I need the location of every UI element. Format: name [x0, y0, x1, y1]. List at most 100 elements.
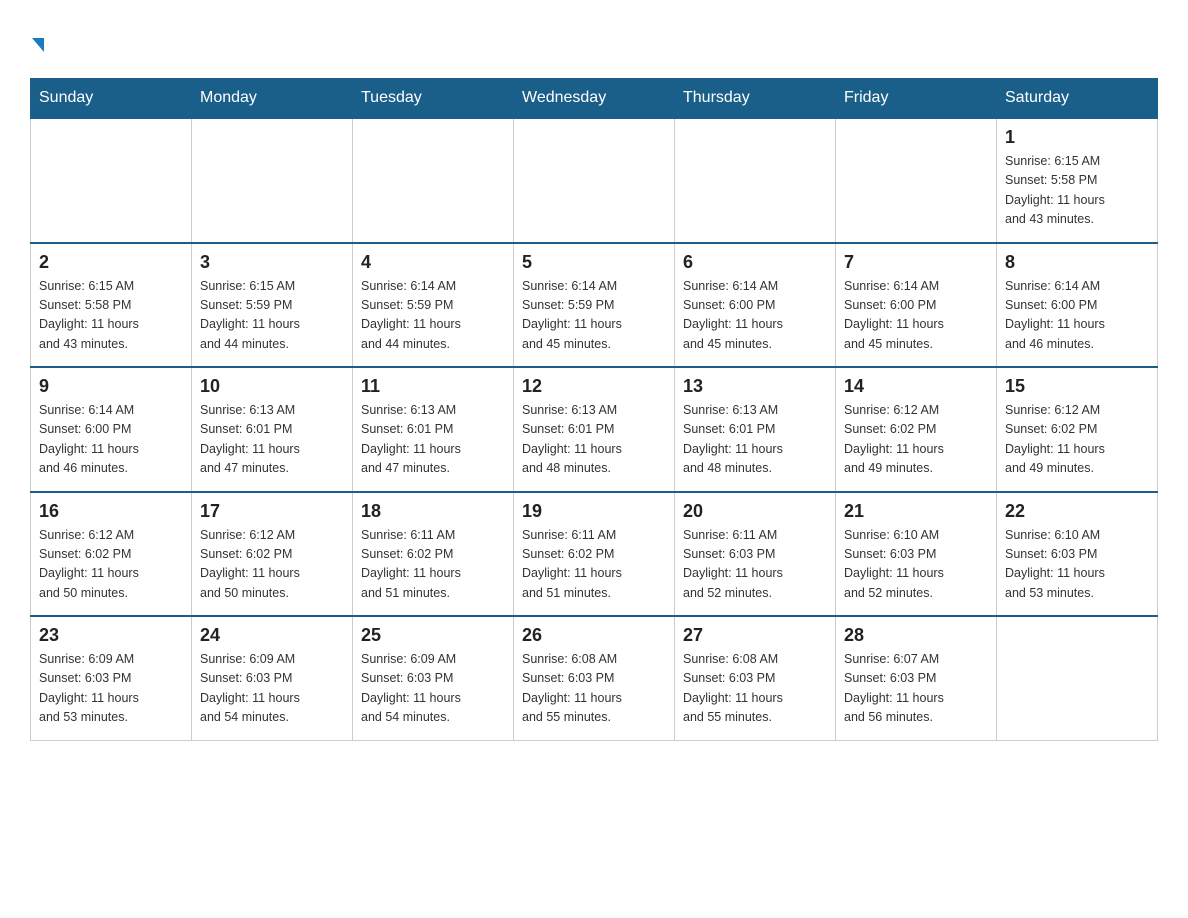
weekday-header-tuesday: Tuesday: [353, 79, 514, 119]
day-number: 8: [1005, 252, 1149, 273]
day-info: Sunrise: 6:10 AMSunset: 6:03 PMDaylight:…: [1005, 526, 1149, 604]
day-number: 3: [200, 252, 344, 273]
weekday-header-wednesday: Wednesday: [514, 79, 675, 119]
day-info: Sunrise: 6:09 AMSunset: 6:03 PMDaylight:…: [361, 650, 505, 728]
day-number: 21: [844, 501, 988, 522]
day-number: 9: [39, 376, 183, 397]
calendar-cell: [836, 118, 997, 243]
calendar-cell: 26 Sunrise: 6:08 AMSunset: 6:03 PMDayligh…: [514, 616, 675, 740]
day-number: 15: [1005, 376, 1149, 397]
day-number: 26: [522, 625, 666, 646]
day-number: 16: [39, 501, 183, 522]
day-info: Sunrise: 6:10 AMSunset: 6:03 PMDaylight:…: [844, 526, 988, 604]
calendar-cell: [997, 616, 1158, 740]
calendar-cell: [31, 118, 192, 243]
week-row-4: 23 Sunrise: 6:09 AMSunset: 6:03 PMDayligh…: [31, 616, 1158, 740]
day-info: Sunrise: 6:12 AMSunset: 6:02 PMDaylight:…: [844, 401, 988, 479]
day-number: 2: [39, 252, 183, 273]
day-number: 14: [844, 376, 988, 397]
day-number: 1: [1005, 127, 1149, 148]
calendar-cell: 6 Sunrise: 6:14 AMSunset: 6:00 PMDaylight…: [675, 243, 836, 368]
calendar-cell: 7 Sunrise: 6:14 AMSunset: 6:00 PMDaylight…: [836, 243, 997, 368]
calendar-cell: 22 Sunrise: 6:10 AMSunset: 6:03 PMDayligh…: [997, 492, 1158, 617]
day-info: Sunrise: 6:09 AMSunset: 6:03 PMDaylight:…: [200, 650, 344, 728]
calendar-cell: 25 Sunrise: 6:09 AMSunset: 6:03 PMDayligh…: [353, 616, 514, 740]
calendar-cell: 18 Sunrise: 6:11 AMSunset: 6:02 PMDayligh…: [353, 492, 514, 617]
day-info: Sunrise: 6:14 AMSunset: 6:00 PMDaylight:…: [683, 277, 827, 355]
day-number: 10: [200, 376, 344, 397]
day-info: Sunrise: 6:11 AMSunset: 6:02 PMDaylight:…: [361, 526, 505, 604]
week-row-0: 1 Sunrise: 6:15 AMSunset: 5:58 PMDaylight…: [31, 118, 1158, 243]
day-info: Sunrise: 6:11 AMSunset: 6:03 PMDaylight:…: [683, 526, 827, 604]
day-info: Sunrise: 6:14 AMSunset: 6:00 PMDaylight:…: [39, 401, 183, 479]
calendar-cell: 24Sunrise: 6:09 AMSunset: 6:03 PMDayligh…: [192, 616, 353, 740]
week-row-3: 16 Sunrise: 6:12 AMSunset: 6:02 PMDayligh…: [31, 492, 1158, 617]
calendar-cell: [675, 118, 836, 243]
calendar-cell: 14 Sunrise: 6:12 AMSunset: 6:02 PMDayligh…: [836, 367, 997, 492]
weekday-header-sunday: Sunday: [31, 79, 192, 119]
day-number: 28: [844, 625, 988, 646]
calendar-cell: 2 Sunrise: 6:15 AMSunset: 5:58 PMDaylight…: [31, 243, 192, 368]
weekday-header-saturday: Saturday: [997, 79, 1158, 119]
day-info: Sunrise: 6:14 AMSunset: 6:00 PMDaylight:…: [1005, 277, 1149, 355]
day-info: Sunrise: 6:08 AMSunset: 6:03 PMDaylight:…: [683, 650, 827, 728]
page-header: [30, 30, 1158, 58]
calendar-cell: 28 Sunrise: 6:07 AMSunset: 6:03 PMDayligh…: [836, 616, 997, 740]
calendar-cell: 23 Sunrise: 6:09 AMSunset: 6:03 PMDayligh…: [31, 616, 192, 740]
calendar-cell: 13Sunrise: 6:13 AMSunset: 6:01 PMDayligh…: [675, 367, 836, 492]
day-number: 23: [39, 625, 183, 646]
calendar-cell: 21 Sunrise: 6:10 AMSunset: 6:03 PMDayligh…: [836, 492, 997, 617]
calendar-cell: 17 Sunrise: 6:12 AMSunset: 6:02 PMDayligh…: [192, 492, 353, 617]
calendar-cell: 3 Sunrise: 6:15 AMSunset: 5:59 PMDaylight…: [192, 243, 353, 368]
calendar-cell: 5 Sunrise: 6:14 AMSunset: 5:59 PMDaylight…: [514, 243, 675, 368]
calendar-cell: [353, 118, 514, 243]
day-info: Sunrise: 6:12 AMSunset: 6:02 PMDaylight:…: [200, 526, 344, 604]
weekday-header-row: SundayMondayTuesdayWednesdayThursdayFrid…: [31, 79, 1158, 119]
day-number: 11: [361, 376, 505, 397]
day-info: Sunrise: 6:14 AMSunset: 5:59 PMDaylight:…: [361, 277, 505, 355]
day-number: 6: [683, 252, 827, 273]
calendar-cell: 19 Sunrise: 6:11 AMSunset: 6:02 PMDayligh…: [514, 492, 675, 617]
calendar-cell: [192, 118, 353, 243]
calendar-cell: 15 Sunrise: 6:12 AMSunset: 6:02 PMDayligh…: [997, 367, 1158, 492]
day-info: Sunrise: 6:12 AMSunset: 6:02 PMDaylight:…: [1005, 401, 1149, 479]
day-info: Sunrise: 6:13 AMSunset: 6:01 PMDaylight:…: [683, 401, 827, 479]
calendar-cell: 27 Sunrise: 6:08 AMSunset: 6:03 PMDayligh…: [675, 616, 836, 740]
day-info: Sunrise: 6:15 AMSunset: 5:59 PMDaylight:…: [200, 277, 344, 355]
day-number: 7: [844, 252, 988, 273]
day-info: Sunrise: 6:14 AMSunset: 6:00 PMDaylight:…: [844, 277, 988, 355]
day-info: Sunrise: 6:15 AMSunset: 5:58 PMDaylight:…: [39, 277, 183, 355]
calendar-cell: 4 Sunrise: 6:14 AMSunset: 5:59 PMDaylight…: [353, 243, 514, 368]
week-row-2: 9 Sunrise: 6:14 AMSunset: 6:00 PMDaylight…: [31, 367, 1158, 492]
day-info: Sunrise: 6:08 AMSunset: 6:03 PMDaylight:…: [522, 650, 666, 728]
day-number: 12: [522, 376, 666, 397]
day-info: Sunrise: 6:15 AMSunset: 5:58 PMDaylight:…: [1005, 152, 1149, 230]
day-number: 22: [1005, 501, 1149, 522]
calendar-cell: 11 Sunrise: 6:13 AMSunset: 6:01 PMDayligh…: [353, 367, 514, 492]
day-number: 19: [522, 501, 666, 522]
day-info: Sunrise: 6:13 AMSunset: 6:01 PMDaylight:…: [361, 401, 505, 479]
calendar-cell: 9 Sunrise: 6:14 AMSunset: 6:00 PMDaylight…: [31, 367, 192, 492]
day-number: 18: [361, 501, 505, 522]
calendar-cell: 8 Sunrise: 6:14 AMSunset: 6:00 PMDaylight…: [997, 243, 1158, 368]
calendar-cell: 1 Sunrise: 6:15 AMSunset: 5:58 PMDaylight…: [997, 118, 1158, 243]
day-number: 27: [683, 625, 827, 646]
logo-text: [30, 30, 44, 58]
day-info: Sunrise: 6:13 AMSunset: 6:01 PMDaylight:…: [200, 401, 344, 479]
weekday-header-monday: Monday: [192, 79, 353, 119]
day-info: Sunrise: 6:09 AMSunset: 6:03 PMDaylight:…: [39, 650, 183, 728]
day-number: 25: [361, 625, 505, 646]
calendar-cell: 12 Sunrise: 6:13 AMSunset: 6:01 PMDayligh…: [514, 367, 675, 492]
calendar-cell: 20Sunrise: 6:11 AMSunset: 6:03 PMDayligh…: [675, 492, 836, 617]
day-info: Sunrise: 6:07 AMSunset: 6:03 PMDaylight:…: [844, 650, 988, 728]
day-info: Sunrise: 6:13 AMSunset: 6:01 PMDaylight:…: [522, 401, 666, 479]
weekday-header-friday: Friday: [836, 79, 997, 119]
day-info: Sunrise: 6:11 AMSunset: 6:02 PMDaylight:…: [522, 526, 666, 604]
day-number: 5: [522, 252, 666, 273]
weekday-header-thursday: Thursday: [675, 79, 836, 119]
day-number: 4: [361, 252, 505, 273]
day-info: Sunrise: 6:14 AMSunset: 5:59 PMDaylight:…: [522, 277, 666, 355]
calendar-table: SundayMondayTuesdayWednesdayThursdayFrid…: [30, 78, 1158, 741]
day-info: Sunrise: 6:12 AMSunset: 6:02 PMDaylight:…: [39, 526, 183, 604]
day-number: 17: [200, 501, 344, 522]
